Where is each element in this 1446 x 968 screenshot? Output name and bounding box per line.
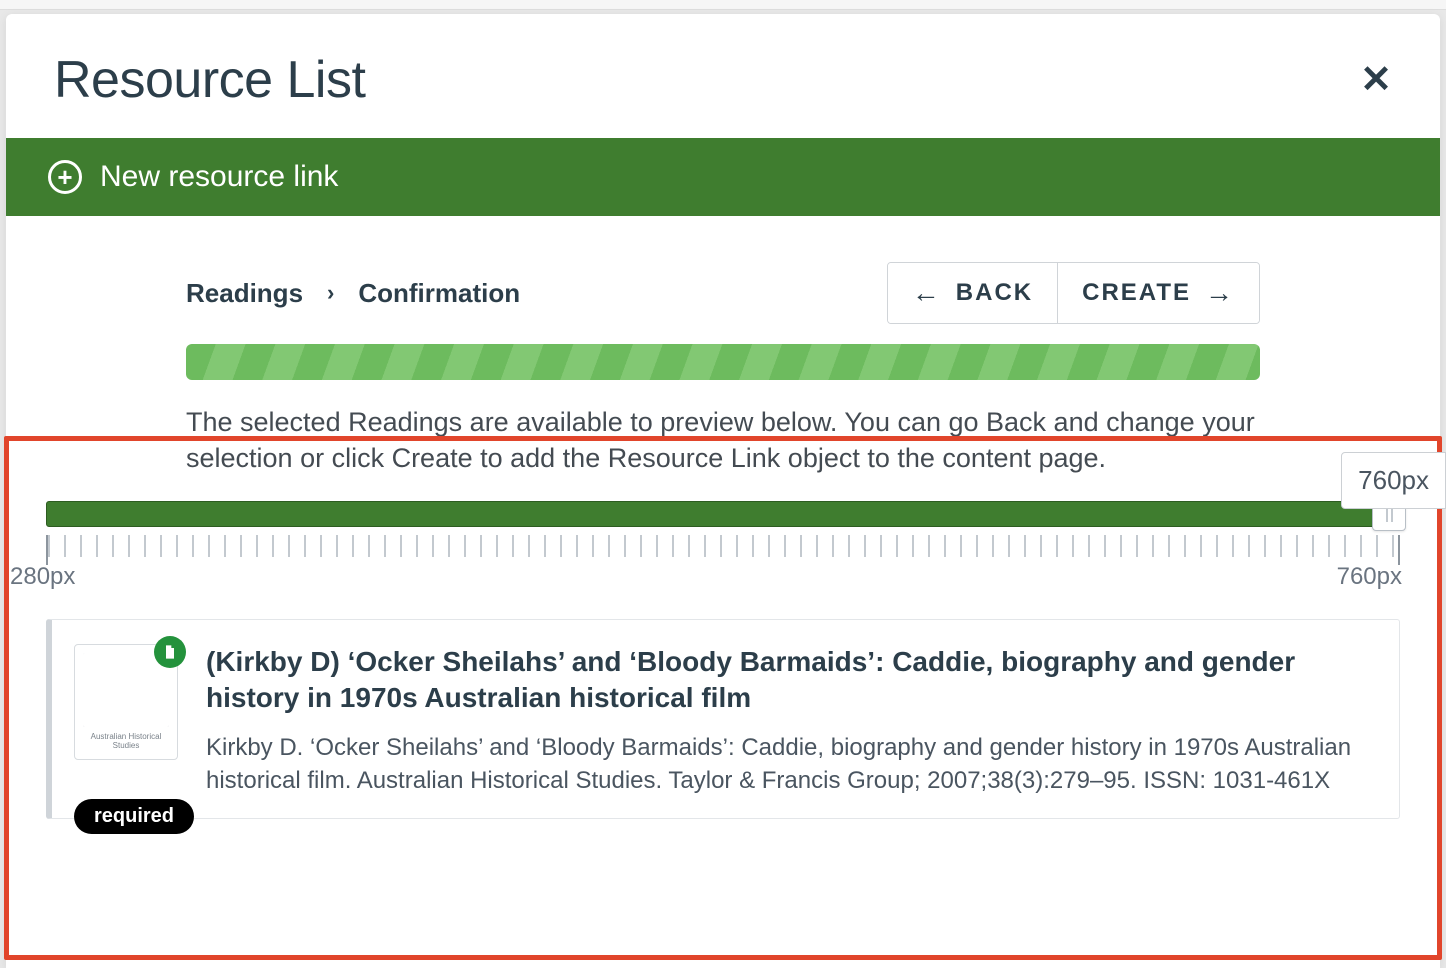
back-button-label: BACK: [956, 279, 1033, 307]
steps-row: Readings › Confirmation ← BACK CREATE →: [6, 216, 1440, 344]
resource-list-modal: Resource List ✕ + New resource link Read…: [6, 14, 1440, 968]
breadcrumb: Readings › Confirmation: [186, 278, 520, 309]
thumbnail-image: [83, 653, 169, 727]
modal-content: Readings › Confirmation ← BACK CREATE → …: [6, 216, 1440, 819]
chevron-right-icon: ›: [327, 280, 334, 306]
current-width-label: 760px: [1341, 452, 1446, 509]
editor-toolbar-sliver: [0, 0, 1446, 10]
reading-thumbnail-wrap: Australian Historical Studies: [74, 644, 178, 798]
wizard-buttons: ← BACK CREATE →: [887, 262, 1260, 324]
required-badge: required: [74, 799, 194, 834]
close-button[interactable]: ✕: [1360, 61, 1392, 99]
ruler-tick-min: [46, 535, 48, 565]
width-ruler: 280px 760px: [46, 535, 1400, 585]
reading-citation: Kirkby D. ‘Ocker Sheilahs’ and ‘Bloody B…: [206, 731, 1371, 798]
slider-track: [46, 501, 1400, 527]
plus-circle-icon: +: [48, 160, 82, 194]
back-button[interactable]: ← BACK: [888, 263, 1057, 323]
reading-body: (Kirkby D) ‘Ocker Sheilahs’ and ‘Bloody …: [206, 644, 1371, 798]
breadcrumb-step-confirmation[interactable]: Confirmation: [358, 278, 520, 309]
breadcrumb-step-readings[interactable]: Readings: [186, 278, 303, 309]
modal-header: Resource List ✕: [6, 14, 1440, 138]
reading-card[interactable]: Australian Historical Studies (Kirkby D)…: [46, 619, 1400, 819]
document-icon: [154, 636, 186, 668]
arrow-right-icon: →: [1205, 277, 1235, 309]
reading-title: (Kirkby D) ‘Ocker Sheilahs’ and ‘Bloody …: [206, 644, 1371, 717]
ruler-ticks: [46, 535, 1400, 557]
create-button-label: CREATE: [1082, 279, 1191, 307]
thumbnail-caption: Australian Historical Studies: [83, 733, 169, 751]
modal-title: Resource List: [54, 50, 365, 110]
create-button[interactable]: CREATE →: [1057, 263, 1259, 323]
width-slider[interactable]: [46, 501, 1400, 527]
banner-label: New resource link: [100, 160, 338, 194]
arrow-left-icon: ←: [912, 277, 942, 309]
ruler-min-label: 280px: [10, 563, 75, 591]
close-icon: ✕: [1360, 59, 1392, 101]
new-resource-link-banner[interactable]: + New resource link: [6, 138, 1440, 216]
progress-bar: [186, 344, 1260, 380]
ruler-tick-max: [1398, 535, 1400, 565]
ruler-max-label: 760px: [1337, 563, 1402, 591]
instruction-text: The selected Readings are available to p…: [6, 380, 1440, 491]
